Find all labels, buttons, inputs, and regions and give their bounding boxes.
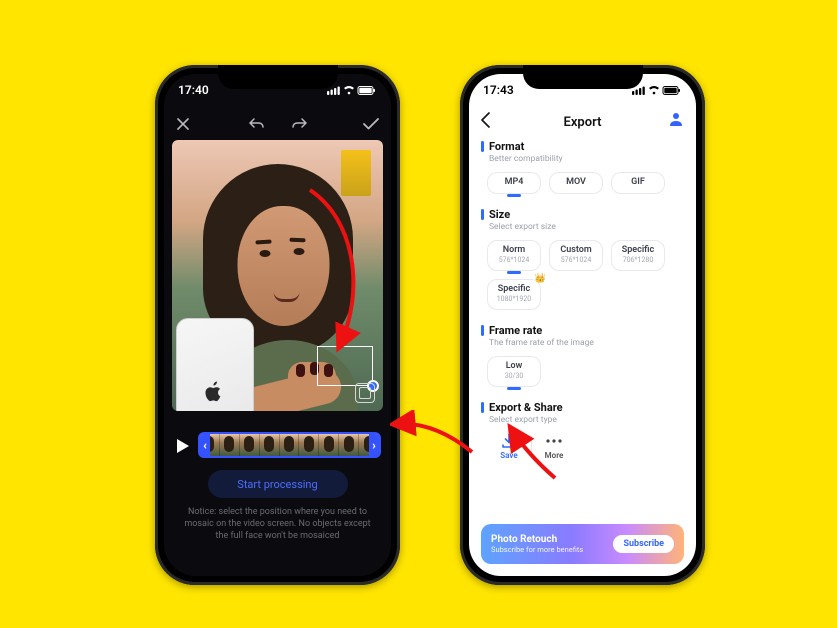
status-indicators: [632, 85, 682, 96]
export-header: Export: [469, 108, 696, 136]
format-option-mp4[interactable]: MP4: [487, 172, 541, 194]
section-subtitle: The frame rate of the image: [481, 338, 684, 348]
promo-subtitle: Subscribe for more benefits: [491, 545, 583, 554]
apple-logo-icon: [205, 381, 223, 403]
size-option-norm[interactable]: Norm576*1024: [487, 240, 541, 271]
subscribe-promo: Photo Retouch Subscribe for more benefit…: [481, 524, 684, 564]
confirm-icon[interactable]: [363, 118, 379, 130]
section-title: Size: [481, 208, 684, 221]
video-timeline[interactable]: ‹ ›: [198, 432, 381, 458]
section-size: Size Select export size Norm576*1024 Cus…: [481, 208, 684, 310]
format-option-mov[interactable]: MOV: [549, 172, 603, 194]
section-format: Format Better compatibility MP4 MOV GIF: [481, 140, 684, 194]
export-phone: 17:43 Export Format Better compatibility…: [460, 65, 705, 585]
subscribe-button[interactable]: Subscribe: [613, 535, 674, 553]
annotation-arrow-selection: [300, 180, 390, 370]
editor-toolbar: [164, 108, 391, 140]
held-phone: [176, 318, 254, 411]
undo-icon[interactable]: [249, 117, 265, 131]
format-option-gif[interactable]: GIF: [611, 172, 665, 194]
export-screen: 17:43 Export Format Better compatibility…: [469, 74, 696, 576]
start-processing-button[interactable]: Start processing: [208, 470, 348, 498]
section-title: Export & Share: [481, 401, 684, 414]
section-subtitle: Better compatibility: [481, 154, 684, 164]
section-subtitle: Select export size: [481, 222, 684, 232]
notch: [218, 65, 338, 89]
back-icon[interactable]: [481, 112, 490, 132]
page-title: Export: [564, 115, 602, 130]
crop-icon[interactable]: [355, 383, 375, 403]
notch: [523, 65, 643, 89]
premium-crown-icon: 👑: [535, 274, 546, 284]
section-title: Frame rate: [481, 324, 684, 337]
export-body: Format Better compatibility MP4 MOV GIF …: [469, 140, 696, 566]
close-icon[interactable]: [176, 117, 190, 131]
trim-handle-right[interactable]: ›: [369, 434, 379, 456]
redo-icon[interactable]: [291, 117, 307, 131]
status-time: 17:40: [178, 83, 209, 97]
annotation-arrow-save: [500, 420, 570, 490]
notice-text: Notice: select the position where you ne…: [180, 506, 375, 542]
annotation-arrow-timeline: [390, 410, 480, 460]
status-time: 17:43: [483, 83, 514, 97]
promo-title: Photo Retouch: [491, 534, 583, 545]
user-icon[interactable]: [668, 111, 684, 131]
size-option-specific-720[interactable]: Specific706*1280: [611, 240, 665, 271]
framerate-option-low[interactable]: Low30/30: [487, 356, 541, 387]
status-indicators: [327, 85, 377, 96]
size-option-custom[interactable]: Custom576*1024: [549, 240, 603, 271]
size-option-specific-1080[interactable]: 👑Specific1080*1920: [487, 279, 541, 310]
trim-handle-left[interactable]: ‹: [200, 434, 210, 456]
section-title: Format: [481, 140, 684, 153]
section-framerate: Frame rate The frame rate of the image L…: [481, 324, 684, 387]
play-icon[interactable]: [176, 438, 190, 458]
